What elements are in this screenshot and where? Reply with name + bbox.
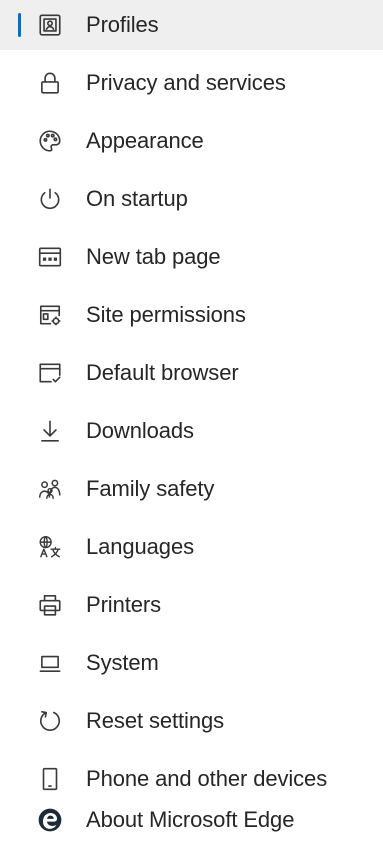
sidebar-item-printers[interactable]: Printers: [0, 580, 383, 630]
download-icon: [36, 417, 64, 445]
sidebar-item-reset-settings[interactable]: Reset settings: [0, 696, 383, 746]
sidebar-item-label: On startup: [86, 186, 188, 211]
sidebar-item-site-permissions[interactable]: Site permissions: [0, 290, 383, 340]
sidebar-item-on-startup[interactable]: On startup: [0, 174, 383, 224]
sidebar-item-label: Default browser: [86, 360, 239, 385]
sidebar-item-label: Family safety: [86, 476, 215, 501]
sidebar-item-label: Privacy and services: [86, 70, 286, 95]
sidebar-item-label: Downloads: [86, 418, 194, 443]
sidebar-item-new-tab-page[interactable]: New tab page: [0, 232, 383, 282]
sidebar-item-label: System: [86, 650, 159, 675]
sidebar-item-label: About Microsoft Edge: [86, 807, 295, 832]
sidebar-item-about-edge[interactable]: About Microsoft Edge: [0, 795, 383, 845]
laptop-icon: [36, 649, 64, 677]
sidebar-item-profiles[interactable]: Profiles: [0, 0, 383, 50]
selection-indicator: [18, 13, 21, 37]
sidebar-item-system[interactable]: System: [0, 638, 383, 688]
sidebar-item-label: Profiles: [86, 12, 159, 37]
family-icon: [36, 475, 64, 503]
sidebar-item-default-browser[interactable]: Default browser: [0, 348, 383, 398]
reset-icon: [36, 707, 64, 735]
sidebar-item-label: Reset settings: [86, 708, 225, 733]
sidebar-item-family-safety[interactable]: Family safety: [0, 464, 383, 514]
profile-card-icon: [36, 11, 64, 39]
sidebar-item-label: Appearance: [86, 128, 204, 153]
default-browser-icon: [36, 359, 64, 387]
sidebar-item-label: Site permissions: [86, 302, 246, 327]
sidebar-item-label: Languages: [86, 534, 194, 559]
settings-sidebar: Profiles Privacy and services Appearance: [0, 0, 383, 845]
sidebar-item-downloads[interactable]: Downloads: [0, 406, 383, 456]
sidebar-item-languages[interactable]: Languages: [0, 522, 383, 572]
sidebar-item-appearance[interactable]: Appearance: [0, 116, 383, 166]
palette-icon: [36, 127, 64, 155]
phone-icon: [36, 765, 64, 793]
site-permissions-icon: [36, 301, 64, 329]
printer-icon: [36, 591, 64, 619]
power-icon: [36, 185, 64, 213]
sidebar-item-privacy[interactable]: Privacy and services: [0, 58, 383, 108]
sidebar-item-label: Printers: [86, 592, 161, 617]
edge-logo-icon: [36, 806, 64, 834]
languages-icon: [36, 533, 64, 561]
lock-icon: [36, 69, 64, 97]
new-tab-page-icon: [36, 243, 64, 271]
sidebar-item-label: Phone and other devices: [86, 766, 328, 791]
sidebar-item-label: New tab page: [86, 244, 221, 269]
